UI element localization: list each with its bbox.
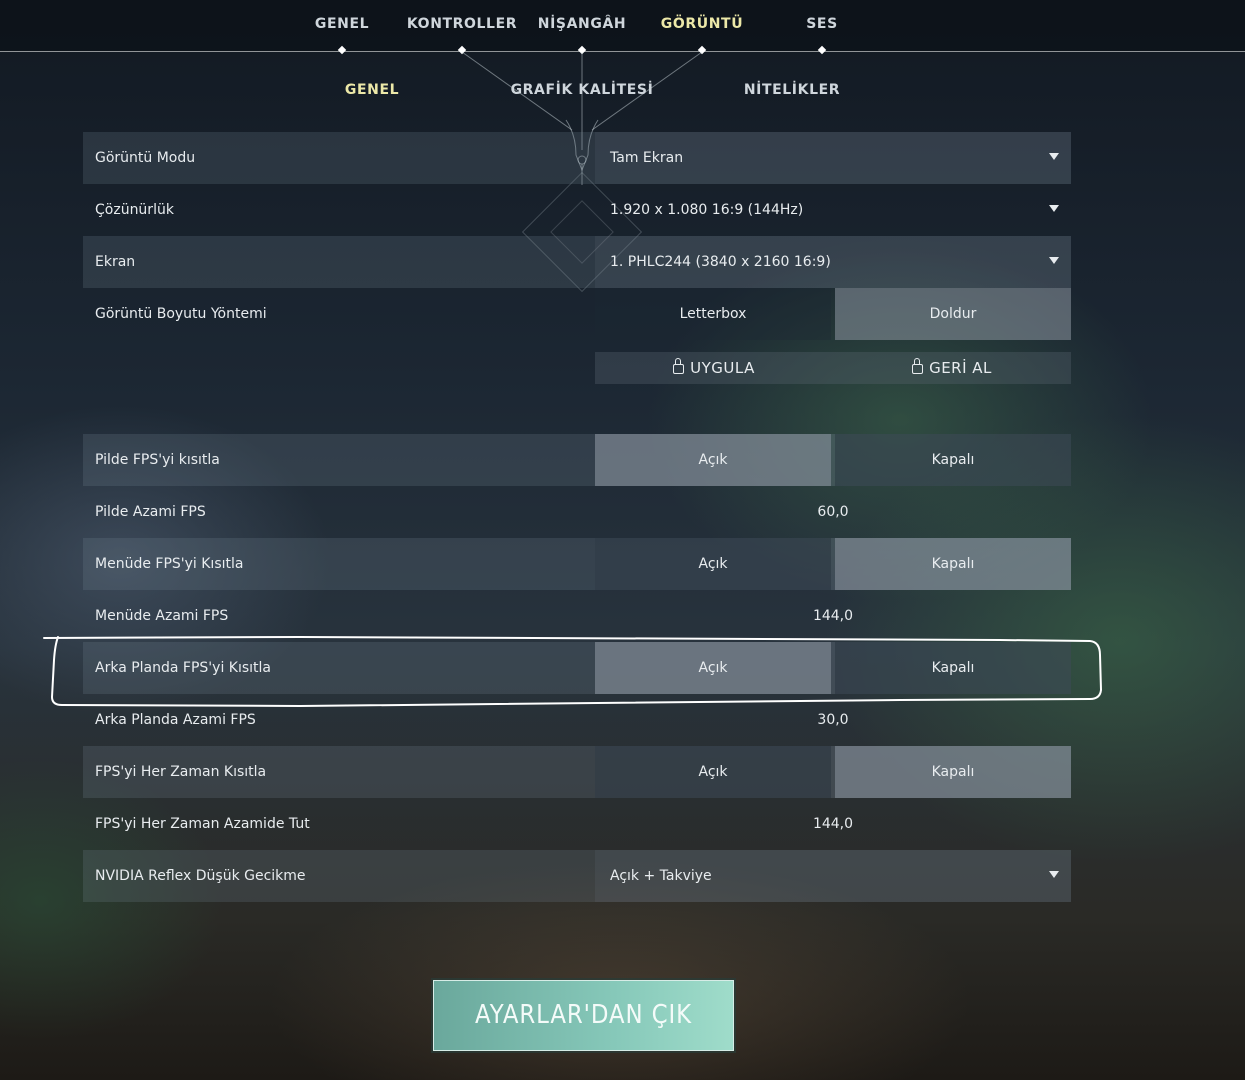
top-nav-bar: GENEL KONTROLLER NİŞANGÂH GÖRÜNTÜ SES xyxy=(0,0,1245,55)
chevron-down-icon xyxy=(1049,257,1059,264)
setting-row-limit-fps-menu: Menüde FPS'yi Kısıtla Açık Kapalı xyxy=(83,538,1071,590)
setting-label: Çözünürlük xyxy=(95,202,174,218)
numeric-value: 30,0 xyxy=(817,712,849,728)
monitor-dropdown[interactable]: 1. PHLC244 (3840 x 2160 16:9) xyxy=(595,236,1071,288)
numeric-value: 144,0 xyxy=(812,608,854,624)
numeric-value: 60,0 xyxy=(817,504,849,520)
limit-fps-battery-toggle: Açık Kapalı xyxy=(595,434,1071,486)
on-option-button[interactable]: Açık xyxy=(595,538,831,590)
on-option-button[interactable]: Açık xyxy=(595,434,831,486)
resolution-dropdown[interactable]: 1.920 x 1.080 16:9 (144Hz) xyxy=(595,184,1071,236)
tab-nisangah[interactable]: NİŞANGÂH xyxy=(538,16,626,36)
setting-row-aspect-method: Görüntü Boyutu Yöntemi Letterbox Doldur xyxy=(83,288,1071,340)
lock-icon xyxy=(912,358,924,374)
apply-button[interactable]: UYGULA xyxy=(595,352,833,384)
numeric-value: 144,0 xyxy=(812,816,854,832)
fill-option-button[interactable]: Doldur xyxy=(835,288,1071,340)
setting-row-display-mode: Görüntü Modu Tam Ekran xyxy=(83,132,1071,184)
nvidia-reflex-dropdown[interactable]: Açık + Takviye xyxy=(595,850,1071,902)
chevron-down-icon xyxy=(1049,153,1059,160)
tab-indicator-dot xyxy=(577,45,587,55)
subtab-nitelikler[interactable]: NİTELİKLER xyxy=(744,82,840,98)
exit-settings-label: AYARLAR'DAN ÇIK xyxy=(475,1000,692,1030)
setting-label: Menüde FPS'yi Kısıtla xyxy=(95,556,244,572)
dropdown-value: 1. PHLC244 (3840 x 2160 16:9) xyxy=(610,254,831,270)
dropdown-value: Tam Ekran xyxy=(610,150,684,166)
setting-row-resolution: Çözünürlük 1.920 x 1.080 16:9 (144Hz) xyxy=(83,184,1071,236)
setting-label: Pilde FPS'yi kısıtla xyxy=(95,452,220,468)
on-option-button[interactable]: Açık xyxy=(595,642,831,694)
off-option-button[interactable]: Kapalı xyxy=(835,434,1071,486)
lock-icon xyxy=(673,358,685,374)
limit-fps-background-toggle: Açık Kapalı xyxy=(595,642,1071,694)
setting-row-limit-fps-background: Arka Planda FPS'yi Kısıtla Açık Kapalı xyxy=(83,642,1071,694)
tab-indicator-dot xyxy=(697,45,707,55)
setting-row-max-fps-menu: Menüde Azami FPS 144,0 xyxy=(83,590,1071,642)
limit-fps-menu-toggle: Açık Kapalı xyxy=(595,538,1071,590)
tab-kontroller[interactable]: KONTROLLER xyxy=(407,16,517,36)
setting-label: Görüntü Boyutu Yöntemi xyxy=(95,306,267,322)
setting-label: Görüntü Modu xyxy=(95,150,196,166)
setting-row-monitor: Ekran 1. PHLC244 (3840 x 2160 16:9) xyxy=(83,236,1071,288)
apply-label: UYGULA xyxy=(690,359,755,377)
setting-label: Menüde Azami FPS xyxy=(95,608,229,624)
aspect-method-toggle: Letterbox Doldur xyxy=(595,288,1071,340)
tab-indicator-dot xyxy=(817,45,827,55)
setting-label: Arka Planda FPS'yi Kısıtla xyxy=(95,660,271,676)
setting-row-nvidia-reflex: NVIDIA Reflex Düşük Gecikme Açık + Takvi… xyxy=(83,850,1071,902)
subtab-genel[interactable]: GENEL xyxy=(345,82,399,98)
revert-button[interactable]: GERİ AL xyxy=(833,352,1071,384)
setting-row-max-fps-background: Arka Planda Azami FPS 30,0 xyxy=(83,694,1071,746)
setting-label: Pilde Azami FPS xyxy=(95,504,206,520)
setting-label: Arka Planda Azami FPS xyxy=(95,712,256,728)
max-fps-battery-field[interactable]: 60,0 xyxy=(595,486,1071,538)
setting-row-limit-fps-battery: Pilde FPS'yi kısıtla Açık Kapalı xyxy=(83,434,1071,486)
setting-row-max-fps-always: FPS'yi Her Zaman Azamide Tut 144,0 xyxy=(83,798,1071,850)
max-fps-always-field[interactable]: 144,0 xyxy=(595,798,1071,850)
tab-ses[interactable]: SES xyxy=(806,16,838,36)
tab-goruntu[interactable]: GÖRÜNTÜ xyxy=(661,16,743,36)
tab-genel[interactable]: GENEL xyxy=(315,16,369,36)
setting-row-limit-fps-always: FPS'yi Her Zaman Kısıtla Açık Kapalı xyxy=(83,746,1071,798)
exit-settings-button[interactable]: AYARLAR'DAN ÇIK xyxy=(433,980,734,1051)
setting-label: FPS'yi Her Zaman Azamide Tut xyxy=(95,816,310,832)
max-fps-menu-field[interactable]: 144,0 xyxy=(595,590,1071,642)
setting-label: NVIDIA Reflex Düşük Gecikme xyxy=(95,868,306,884)
setting-row-max-fps-battery: Pilde Azami FPS 60,0 xyxy=(83,486,1071,538)
max-fps-background-field[interactable]: 30,0 xyxy=(595,694,1071,746)
tab-indicator-dot xyxy=(457,45,467,55)
chevron-down-icon xyxy=(1049,871,1059,878)
apply-revert-bar: UYGULA GERİ AL xyxy=(595,352,1071,384)
dropdown-value: Açık + Takviye xyxy=(610,868,712,884)
setting-label: Ekran xyxy=(95,254,136,270)
off-option-button[interactable]: Kapalı xyxy=(835,642,1071,694)
display-mode-dropdown[interactable]: Tam Ekran xyxy=(595,132,1071,184)
chevron-down-icon xyxy=(1049,205,1059,212)
limit-fps-always-toggle: Açık Kapalı xyxy=(595,746,1071,798)
dropdown-value: 1.920 x 1.080 16:9 (144Hz) xyxy=(610,202,804,218)
off-option-button[interactable]: Kapalı xyxy=(835,538,1071,590)
tab-indicator-dot xyxy=(337,45,347,55)
off-option-button[interactable]: Kapalı xyxy=(835,746,1071,798)
subtab-grafik-kalitesi[interactable]: GRAFİK KALİTESİ xyxy=(511,82,654,98)
on-option-button[interactable]: Açık xyxy=(595,746,831,798)
letterbox-option-button[interactable]: Letterbox xyxy=(595,288,831,340)
revert-label: GERİ AL xyxy=(929,359,992,377)
setting-label: FPS'yi Her Zaman Kısıtla xyxy=(95,764,267,780)
